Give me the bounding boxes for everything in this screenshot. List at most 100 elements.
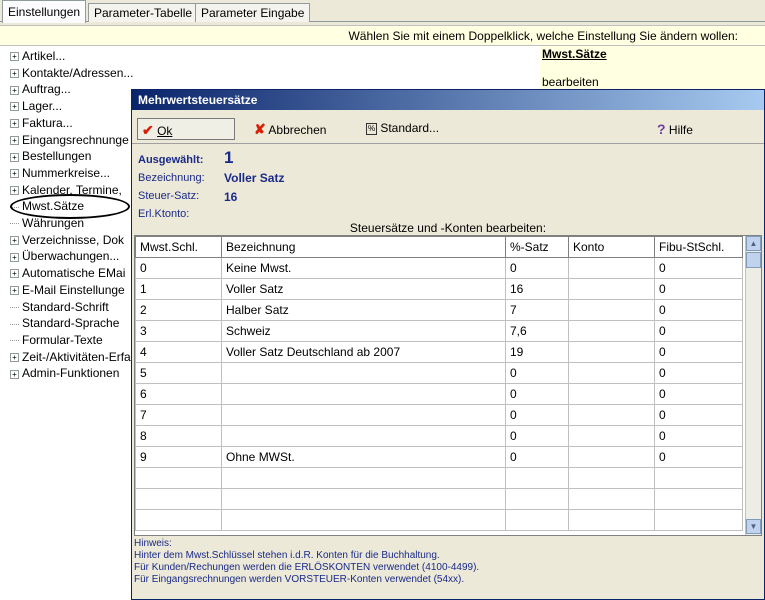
tree-item[interactable]: + Faktura... [10,116,73,132]
expand-icon[interactable]: + [10,52,19,62]
table-row[interactable] [135,488,743,510]
tab-einstellungen[interactable]: Einstellungen [2,0,87,23]
table-cell[interactable]: 3 [135,320,222,342]
table-cell[interactable] [221,383,506,405]
table-cell[interactable]: 6 [135,383,222,405]
tree-item[interactable]: + Überwachungen... [10,249,119,265]
tree-item[interactable]: + Zeit-/Aktivitäten-Erfa [10,350,131,366]
tree-item[interactable]: Standard-Schrift [10,300,109,316]
help-button[interactable]: ? Hilfe [653,118,697,140]
table-cell[interactable] [568,257,655,279]
column-header[interactable]: %-Satz [505,236,569,258]
tree-item[interactable]: + Nummerkreise... [10,166,110,182]
table-cell[interactable]: 0 [505,362,569,384]
tree-item[interactable]: + Automatische EMai [10,266,125,282]
table-row[interactable]: 9 Ohne MWSt. 0 0 [135,446,743,468]
standard-button[interactable]: % Standard... [362,118,443,140]
table-cell[interactable]: 2 [135,299,222,321]
table-cell[interactable] [568,488,655,510]
scroll-up-icon[interactable]: ▲ [746,236,761,251]
table-row[interactable]: 4 Voller Satz Deutschland ab 2007 19 0 [135,341,743,363]
cancel-button[interactable]: ✘ Abbrechen [250,118,330,140]
column-header[interactable]: Fibu-StSchl. [654,236,743,258]
table-cell[interactable]: 0 [654,341,743,363]
table-cell[interactable] [135,467,222,489]
table-cell[interactable]: 9 [135,446,222,468]
ok-button[interactable]: ✔ Ok [137,118,235,140]
tab-parameter-eingabe[interactable]: Parameter Eingabe [195,3,311,22]
tree-item[interactable]: + Admin-Funktionen [10,366,119,382]
table-cell[interactable]: 1 [135,278,222,300]
table-cell[interactable]: 16 [505,278,569,300]
tree-item[interactable]: + Verzeichnisse, Dok [10,233,124,249]
table-cell[interactable] [568,404,655,426]
table-cell[interactable]: 0 [654,278,743,300]
table-row[interactable]: 8 0 0 [135,425,743,447]
column-header[interactable]: Mwst.Schl. [135,236,222,258]
table-cell[interactable] [568,341,655,363]
vertical-scrollbar[interactable]: ▲ ▼ [745,236,761,535]
table-cell[interactable]: 0 [135,257,222,279]
table-cell[interactable] [505,509,569,531]
table-cell[interactable]: Schweiz [221,320,506,342]
expand-icon[interactable]: + [10,286,19,296]
table-cell[interactable] [568,383,655,405]
table-cell[interactable]: 0 [654,425,743,447]
table-cell[interactable] [654,488,743,510]
tree-item[interactable]: + Bestellungen [10,149,91,165]
table-cell[interactable]: 0 [654,404,743,426]
table-cell[interactable]: Voller Satz [221,278,506,300]
tree-item[interactable]: + Auftrag... [10,82,71,98]
table-cell[interactable]: 0 [654,299,743,321]
expand-icon[interactable]: + [10,369,19,379]
expand-icon[interactable]: + [10,352,19,362]
table-cell[interactable]: 0 [654,446,743,468]
scroll-down-icon[interactable]: ▼ [746,519,761,534]
table-cell[interactable] [568,320,655,342]
table-cell[interactable] [505,467,569,489]
table-cell[interactable]: Ohne MWSt. [221,446,506,468]
table-cell[interactable]: Keine Mwst. [221,257,506,279]
expand-icon[interactable]: + [10,152,19,162]
expand-icon[interactable]: + [10,185,19,195]
table-cell[interactable] [654,467,743,489]
table-cell[interactable]: 0 [505,257,569,279]
tab-parameter-tabelle[interactable]: Parameter-Tabelle [88,3,199,22]
detail-title[interactable]: Mwst.Sätze [542,47,607,61]
table-cell[interactable] [654,509,743,531]
table-row[interactable]: 1 Voller Satz 16 0 [135,278,743,300]
table-cell[interactable] [568,278,655,300]
table-cell[interactable]: Voller Satz Deutschland ab 2007 [221,341,506,363]
tree-item[interactable]: + Kontakte/Adressen... [10,66,133,82]
tree-item[interactable]: + Artikel... [10,49,65,65]
table-cell[interactable] [135,488,222,510]
table-cell[interactable]: 0 [505,425,569,447]
table-cell[interactable] [221,488,506,510]
table-row[interactable]: 7 0 0 [135,404,743,426]
table-row[interactable]: 6 0 0 [135,383,743,405]
table-row[interactable]: 0 Keine Mwst. 0 0 [135,257,743,279]
table-row[interactable] [135,509,743,531]
table-cell[interactable] [568,425,655,447]
table-cell[interactable]: 0 [654,257,743,279]
table-cell[interactable]: 7,6 [505,320,569,342]
table-cell[interactable]: 7 [505,299,569,321]
expand-icon[interactable]: + [10,269,19,279]
table-cell[interactable]: 0 [654,320,743,342]
table-cell[interactable]: 0 [654,383,743,405]
tree-item[interactable]: + E-Mail Einstellunge [10,283,125,299]
column-header[interactable]: Bezeichnung [221,236,506,258]
table-cell[interactable]: 7 [135,404,222,426]
table-cell[interactable]: 19 [505,341,569,363]
expand-icon[interactable]: + [10,252,19,262]
table-cell[interactable]: 5 [135,362,222,384]
expand-icon[interactable]: + [10,102,19,112]
expand-icon[interactable]: + [10,85,19,95]
table-cell[interactable] [221,509,506,531]
table-cell[interactable] [135,509,222,531]
table-cell[interactable] [221,425,506,447]
table-cell[interactable] [221,467,506,489]
table-cell[interactable] [221,362,506,384]
table-cell[interactable] [505,488,569,510]
table-cell[interactable]: 4 [135,341,222,363]
